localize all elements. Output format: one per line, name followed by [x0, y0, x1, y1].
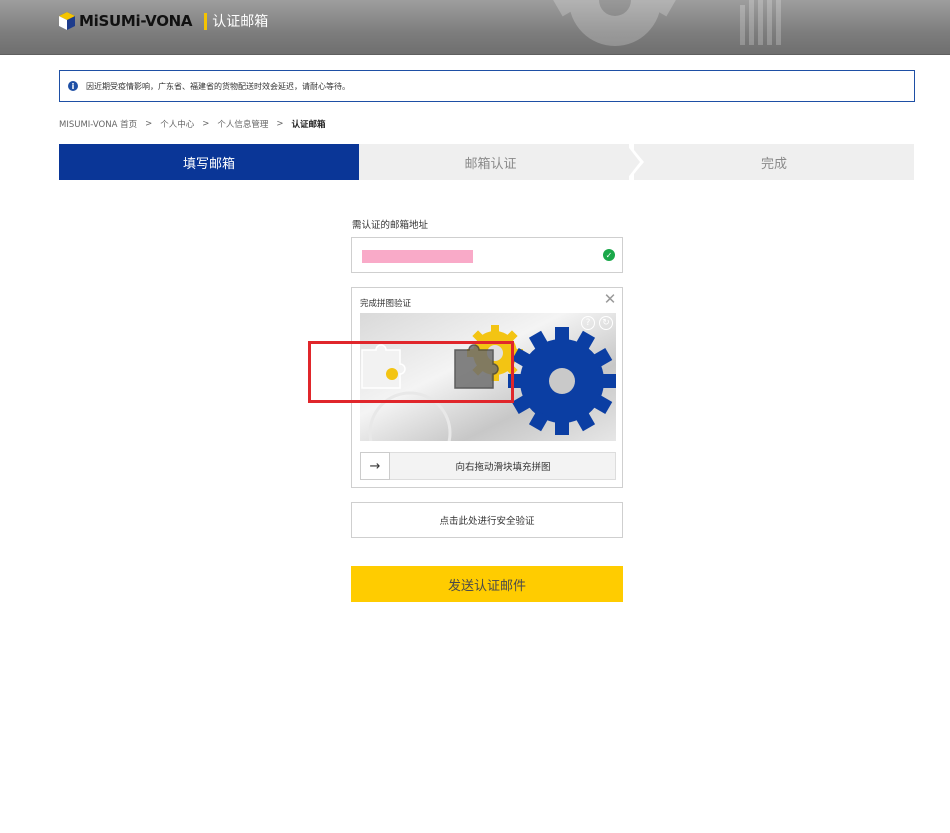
header: MiSUMi-VONA 认证邮箱 — [0, 0, 950, 55]
page-title: 认证邮箱 — [212, 14, 269, 30]
step-label: 邮箱认证 — [464, 156, 517, 172]
security-verify-button[interactable]: 点击此处进行安全验证 — [351, 502, 623, 538]
check-circle-icon: ✓ — [603, 249, 615, 261]
send-verification-email-button[interactable]: 发送认证邮件 — [351, 566, 623, 602]
breadcrumb-separator: > — [276, 119, 284, 129]
breadcrumb-current: 认证邮箱 — [291, 120, 326, 130]
captcha-slider[interactable]: → 向右拖动滑块填充拼图 — [360, 452, 616, 480]
logo-mark-icon — [59, 12, 75, 30]
notice-text: 因近期受疫情影响，广东省、福建省的货物配送时效会延迟，请耐心等待。 — [86, 81, 350, 91]
slider-handle-arrow-icon[interactable]: → — [360, 452, 390, 480]
step-email-verify: 邮箱认证 — [352, 144, 629, 180]
info-icon: i — [68, 81, 78, 91]
slider-hint: 向右拖动滑块填充拼图 — [455, 462, 551, 473]
captcha-title: 完成拼图验证 — [360, 299, 412, 309]
captcha-tools: ? ↻ — [581, 316, 613, 330]
step-fill-email: 填写邮箱 — [59, 144, 359, 180]
breadcrumb-separator: > — [202, 119, 210, 129]
notice-banner: i 因近期受疫情影响，广东省、福建省的货物配送时效会延迟，请耐心等待。 — [59, 70, 915, 102]
close-icon[interactable]: ✕ — [603, 292, 617, 307]
breadcrumb-user-center-link[interactable]: 个人中心 — [160, 118, 194, 130]
progress-steps: 完成 邮箱认证 填写邮箱 — [59, 144, 914, 180]
step-arrow-active — [342, 144, 357, 180]
step-arrow — [626, 144, 640, 180]
breadcrumb-profile-link[interactable]: 个人信息管理 — [217, 118, 268, 130]
email-value-redacted — [362, 250, 473, 263]
gear-decoration-icon — [550, 0, 781, 46]
logo-text: MiSUMi-VONA — [79, 12, 193, 30]
breadcrumb: MISUMI-VONA 首页 > 个人中心 > 个人信息管理 > 认证邮箱 — [59, 118, 326, 130]
logo-separator — [204, 12, 208, 30]
step-label: 完成 — [760, 156, 787, 172]
help-icon[interactable]: ? — [581, 316, 595, 330]
breadcrumb-separator: > — [145, 119, 153, 129]
step-complete: 完成 — [634, 144, 914, 180]
email-field[interactable]: ✓ — [351, 237, 623, 273]
step-label: 填写邮箱 — [182, 156, 235, 172]
refresh-icon[interactable]: ↻ — [599, 316, 613, 330]
breadcrumb-home-link[interactable]: MISUMI-VONA 首页 — [59, 118, 137, 130]
logo[interactable]: MiSUMi-VONA 认证邮箱 — [59, 10, 268, 32]
email-label: 需认证的邮箱地址 — [352, 220, 429, 231]
highlight-box — [308, 341, 514, 403]
